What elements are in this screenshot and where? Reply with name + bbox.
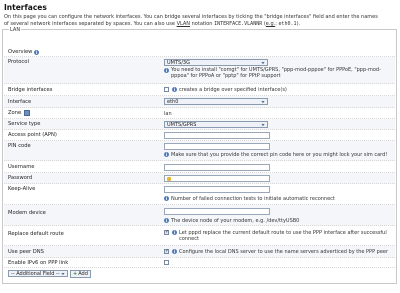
info-icon: i bbox=[164, 196, 169, 201]
service-type-select[interactable]: UMTS/GPRS bbox=[164, 121, 268, 128]
keepalive-input[interactable] bbox=[164, 186, 270, 193]
bridge-row: Bridge interfaces i creates a bridge ove… bbox=[4, 84, 395, 96]
protocol-hint: You need to install "comgt" for UMTS/GPR… bbox=[171, 67, 381, 79]
ipv6-row: Enable IPv6 on PPP link bbox=[4, 258, 395, 268]
overview-label: Overview bbox=[8, 49, 33, 55]
description-text: of several network interfaces separated … bbox=[4, 20, 177, 27]
modem-hint: The device node of your modem, e.g. /dev… bbox=[171, 217, 300, 224]
pin-hint: Make sure that you provide the correct p… bbox=[171, 151, 388, 158]
username-row: Username bbox=[4, 161, 395, 173]
peer-dns-row: Use peer DNS i Configure the local DNS s… bbox=[4, 246, 395, 258]
apn-input[interactable] bbox=[164, 132, 270, 139]
pin-row: PIN code i Make sure that you provide th… bbox=[4, 141, 395, 161]
page-title: Interfaces bbox=[4, 3, 47, 12]
peer-dns-hint: Configure the local DNS server to use th… bbox=[179, 248, 389, 255]
ipv6-checkbox[interactable] bbox=[164, 260, 169, 265]
add-field-label: Add bbox=[78, 270, 88, 277]
add-field-button[interactable]: +Add bbox=[70, 269, 91, 278]
info-icon: i bbox=[172, 230, 177, 235]
apn-row: Access point (APN) bbox=[4, 130, 395, 141]
keepalive-hint: Number of failed connection tests to ini… bbox=[171, 195, 335, 202]
replace-route-row: Replace default route i Let pppd replace… bbox=[4, 226, 395, 246]
keepalive-row: Keep-Alive i Number of failed connection… bbox=[4, 184, 395, 205]
zone-label: Zone bbox=[8, 110, 22, 116]
lan-fieldset: LAN Overview i Protocol UMTS/3G i You ne… bbox=[2, 27, 397, 284]
info-icon: i bbox=[164, 152, 169, 157]
peer-dns-label: Use peer DNS bbox=[8, 249, 44, 255]
info-icon: i bbox=[164, 218, 169, 223]
username-label: Username bbox=[8, 164, 35, 170]
chevron-down-icon bbox=[261, 61, 265, 65]
description-text: ). bbox=[296, 20, 301, 27]
description-text: notation bbox=[190, 20, 215, 27]
interface-label: Interface bbox=[8, 99, 32, 105]
section-legend: LAN bbox=[9, 27, 22, 33]
password-label: Password bbox=[8, 175, 33, 181]
overview-row: Overview i bbox=[4, 48, 395, 57]
chevron-down-icon bbox=[61, 272, 65, 276]
service-type-label: Service type bbox=[8, 121, 41, 127]
modem-input[interactable] bbox=[164, 208, 270, 215]
bridge-label: Bridge interfaces bbox=[8, 87, 53, 93]
zone-value: lan bbox=[164, 110, 172, 117]
vlan-notation: INTERFACE.VLANNR bbox=[214, 20, 263, 27]
keepalive-label: Keep-Alive bbox=[8, 186, 36, 192]
interface-row: Interface eth0 bbox=[4, 96, 395, 108]
page-description: On this page you can configure the netwo… bbox=[4, 14, 396, 27]
peer-dns-checkbox[interactable] bbox=[164, 248, 169, 254]
bridge-hint: creates a bridge over specified interfac… bbox=[179, 86, 287, 93]
service-type-value: UMTS/GPRS bbox=[167, 122, 197, 128]
service-type-row: Service type UMTS/GPRS bbox=[4, 119, 395, 130]
password-input[interactable] bbox=[164, 175, 270, 182]
vlan-abbr: VLAN bbox=[176, 20, 191, 27]
replace-route-hint: Let pppd replace the current default rou… bbox=[179, 229, 387, 242]
pin-input[interactable] bbox=[164, 143, 270, 150]
chevron-down-icon bbox=[261, 123, 265, 127]
replace-route-label: Replace default route bbox=[8, 231, 64, 237]
info-icon: i bbox=[172, 87, 177, 92]
eg-abbr: e.g. bbox=[265, 20, 276, 27]
modem-label: Modem device bbox=[8, 210, 46, 216]
apn-label: Access point (APN) bbox=[8, 132, 57, 138]
description-line-1: On this page you can configure the netwo… bbox=[4, 14, 378, 20]
plus-icon: + bbox=[73, 270, 78, 277]
ipv6-label: Enable IPv6 on PPP link bbox=[8, 259, 69, 266]
interface-value: eth0 bbox=[167, 99, 179, 105]
replace-route-checkbox[interactable] bbox=[164, 229, 169, 235]
protocol-row: Protocol UMTS/3G i You need to install "… bbox=[4, 57, 395, 84]
protocol-label: Protocol bbox=[8, 59, 29, 65]
key-icon[interactable] bbox=[167, 177, 171, 181]
info-icon: i bbox=[164, 68, 169, 73]
protocol-value: UMTS/3G bbox=[167, 60, 190, 66]
zone-color-icon bbox=[24, 110, 30, 116]
protocol-select[interactable]: UMTS/3G bbox=[164, 59, 268, 66]
modem-row: Modem device i The device node of your m… bbox=[4, 205, 395, 226]
chevron-down-icon bbox=[261, 100, 265, 104]
vlan-example: eth0.1 bbox=[278, 20, 297, 27]
additional-field-select[interactable]: -- Additional Field -- bbox=[8, 270, 68, 277]
bridge-checkbox[interactable] bbox=[164, 87, 169, 92]
additional-field-value: -- Additional Field -- bbox=[11, 271, 60, 277]
password-row: Password bbox=[4, 173, 395, 184]
zone-row: Zone lan bbox=[4, 108, 395, 119]
username-input[interactable] bbox=[164, 164, 270, 171]
pin-label: PIN code bbox=[8, 143, 31, 149]
interface-select[interactable]: eth0 bbox=[164, 98, 268, 105]
info-icon[interactable]: i bbox=[34, 50, 39, 55]
info-icon: i bbox=[172, 249, 177, 254]
